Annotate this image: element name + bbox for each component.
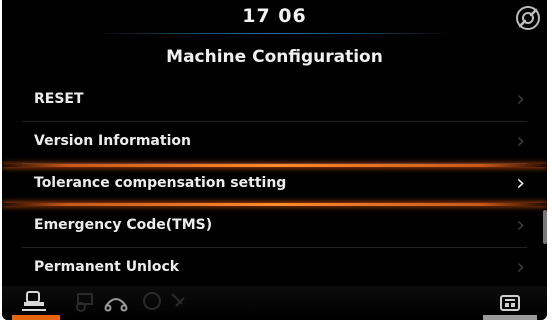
engine-icon bbox=[143, 292, 161, 310]
clock-underline bbox=[92, 33, 457, 34]
menu-item-version-information[interactable]: Version Information › bbox=[2, 122, 547, 164]
status-bar: 17 06 bbox=[2, 0, 547, 34]
menu-list: RESET › Version Information › Tolerance … bbox=[2, 80, 547, 290]
chevron-right-icon: › bbox=[516, 171, 525, 196]
menu-item-label: Emergency Code(TMS) bbox=[34, 217, 213, 233]
menu-item-permanent-unlock[interactable]: Permanent Unlock › bbox=[2, 248, 547, 290]
bottom-bar bbox=[2, 286, 547, 320]
secondary-icons bbox=[72, 288, 222, 318]
tool-gear-icon[interactable] bbox=[515, 5, 541, 31]
tractor-icon bbox=[76, 293, 93, 312]
scrollbar[interactable] bbox=[543, 210, 547, 244]
menu-item-label: RESET bbox=[34, 91, 84, 107]
chevron-right-icon: › bbox=[516, 129, 525, 154]
chevron-right-icon: › bbox=[516, 255, 525, 280]
screen: 17 06 Machine Configuration RESET › Vers… bbox=[0, 0, 552, 324]
tab-active-indicator bbox=[12, 315, 60, 320]
tab-device[interactable] bbox=[483, 290, 537, 320]
menu-item-label: Tolerance compensation setting bbox=[34, 175, 287, 191]
menu-item-reset[interactable]: RESET › bbox=[2, 80, 547, 122]
menu-item-tolerance-compensation-setting[interactable]: Tolerance compensation setting › bbox=[2, 164, 547, 206]
chevron-right-icon: › bbox=[516, 87, 525, 112]
road-icon bbox=[104, 298, 128, 312]
menu-item-emergency-code[interactable]: Emergency Code(TMS) › bbox=[2, 206, 547, 248]
chevron-right-icon: › bbox=[516, 213, 525, 238]
clock: 17 06 bbox=[242, 5, 307, 27]
menu-item-label: Version Information bbox=[34, 133, 191, 149]
wrench-icon bbox=[171, 293, 185, 307]
display-panel: 17 06 Machine Configuration RESET › Vers… bbox=[2, 0, 547, 320]
tab-indicator bbox=[483, 315, 537, 320]
tab-machine[interactable] bbox=[12, 290, 60, 320]
menu-item-label: Permanent Unlock bbox=[34, 259, 180, 275]
page-title: Machine Configuration bbox=[166, 47, 383, 67]
